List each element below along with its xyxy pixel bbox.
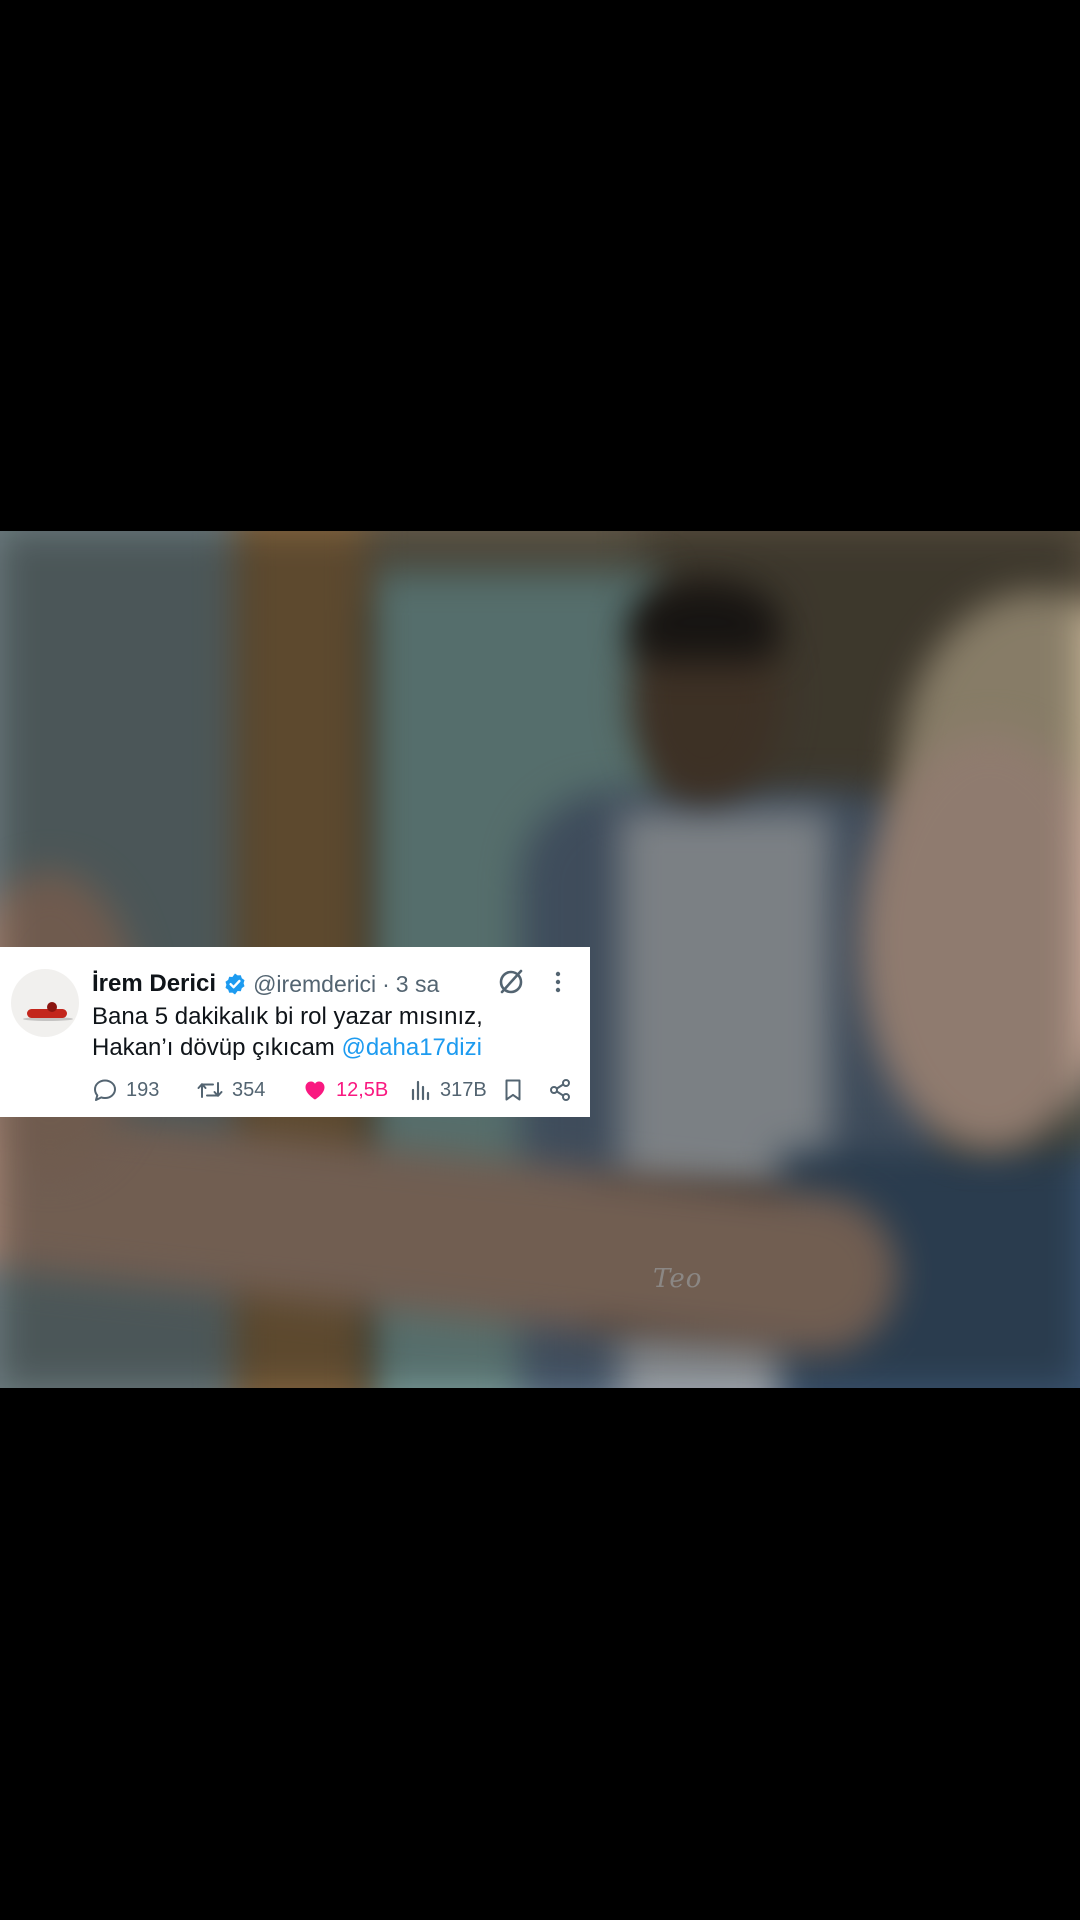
retweet-count: 354 xyxy=(232,1078,266,1101)
views-count: 317B xyxy=(440,1078,487,1101)
tweet-text: Bana 5 dakikalık bi rol yazar mısınız, H… xyxy=(92,1001,572,1063)
tweet-actions: 193 354 12,5B 317B xyxy=(92,1073,572,1107)
separator-dot: · xyxy=(382,970,390,997)
screen: Teo İrem Derici @iremderici · 3 sa Bana … xyxy=(0,0,1080,1920)
reply-button[interactable]: 193 xyxy=(92,1073,159,1107)
video-watermark: Teo xyxy=(653,1264,703,1294)
retweet-button[interactable]: 354 xyxy=(196,1073,265,1107)
reply-icon xyxy=(92,1077,118,1103)
tweet-text-line-1: Bana 5 dakikalık bi rol yazar mısınız, xyxy=(92,1003,483,1030)
like-count: 12,5B xyxy=(336,1078,389,1101)
reply-count: 193 xyxy=(126,1078,160,1101)
tweet-header: İrem Derici @iremderici · 3 sa xyxy=(92,967,439,1001)
tweet-timestamp[interactable]: 3 sa xyxy=(396,971,439,998)
share-icon xyxy=(547,1077,573,1103)
share-button[interactable] xyxy=(547,1073,573,1107)
user-handle[interactable]: @iremderici xyxy=(253,971,376,998)
views-button[interactable]: 317B xyxy=(410,1073,487,1107)
views-icon xyxy=(410,1077,432,1103)
like-button[interactable]: 12,5B xyxy=(302,1073,388,1107)
tweet-text-line-2: Hakan’ı dövüp çıkıcam @daha17dizi xyxy=(92,1032,572,1063)
grok-icon[interactable] xyxy=(496,967,526,997)
bookmark-icon xyxy=(502,1077,524,1103)
display-name[interactable]: İrem Derici xyxy=(92,970,216,998)
retweet-icon xyxy=(196,1077,224,1103)
mention-link[interactable]: @daha17dizi xyxy=(341,1034,481,1061)
like-icon xyxy=(302,1077,328,1103)
avatar-figure-head xyxy=(47,1002,57,1012)
tweet-card[interactable]: İrem Derici @iremderici · 3 sa Bana 5 da… xyxy=(0,947,590,1117)
bookmark-button[interactable] xyxy=(502,1073,524,1107)
avatar[interactable] xyxy=(11,969,79,1037)
more-icon[interactable] xyxy=(550,967,566,997)
verified-icon xyxy=(223,972,247,996)
avatar-figure xyxy=(27,1009,67,1018)
tweet-text-line-2-prefix: Hakan’ı dövüp çıkıcam xyxy=(92,1034,342,1061)
